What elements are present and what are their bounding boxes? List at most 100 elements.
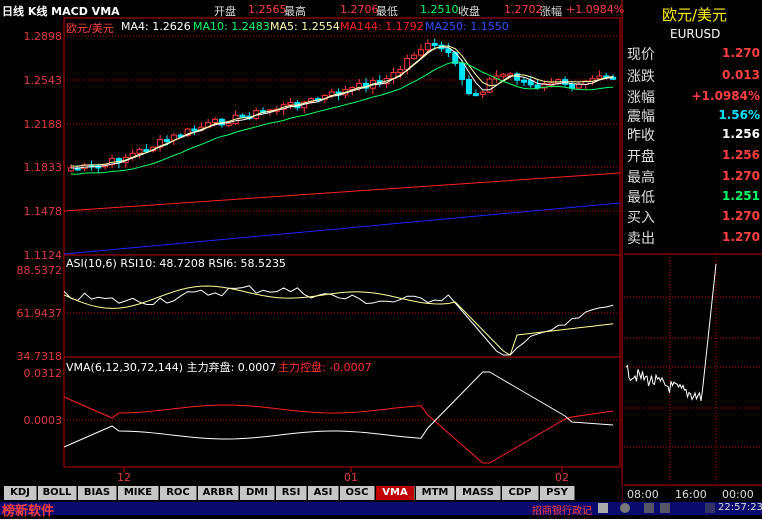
quote-value: 1.270 <box>722 230 760 244</box>
intraday-chart[interactable] <box>624 254 762 485</box>
intraday-tick: 00:00 <box>722 488 754 501</box>
ma144-legend: MA144: 1.1792 <box>340 20 424 33</box>
quote-label: 最高 <box>627 170 655 186</box>
intraday-tick: 16:00 <box>675 488 707 501</box>
ma144-line <box>64 172 620 212</box>
y-tick-label: 34.7318 <box>16 350 63 363</box>
printer-icon[interactable] <box>598 503 608 513</box>
tab-vma[interactable]: VMA <box>376 486 415 500</box>
quote-label: 涨幅 <box>627 90 655 106</box>
tab-mtm[interactable]: MTM <box>416 486 455 500</box>
quote-header: 欧元/美元 <box>624 0 762 24</box>
ma10-line <box>70 61 614 175</box>
connection-icon <box>660 503 670 513</box>
quote-label: 震幅 <box>627 109 655 125</box>
quote-value: 1.270 <box>722 169 760 183</box>
candle-body <box>424 42 431 51</box>
tab-dmi[interactable]: DMI <box>240 486 275 500</box>
status-bar: 榜新软件 招商银行政记 22:57:23 <box>0 502 762 519</box>
candle-body <box>397 68 404 73</box>
tab-osc[interactable]: OSC <box>340 486 375 500</box>
candle-body <box>225 123 232 127</box>
ma250-line <box>64 202 620 255</box>
candle-body <box>431 42 438 46</box>
asi-legend: ASI(10,6) RSI10: 48.7208 RSI6: 58.5235 <box>66 257 286 270</box>
ma10-legend: MA10: 1.2483 <box>193 20 270 33</box>
quote-value: 0.013 <box>722 68 760 82</box>
trading-window: 日线 K线 MACD VMA 开盘 1.2565 最高 1.2706 最低 1.… <box>0 0 762 519</box>
quote-label: 昨收 <box>627 128 655 144</box>
sound-icon[interactable] <box>620 503 630 513</box>
candle-body <box>472 93 479 97</box>
candle-body <box>411 54 418 59</box>
candle-body <box>459 62 466 80</box>
x-tick-label: 02 <box>555 471 569 484</box>
tab-mass[interactable]: MASS <box>456 486 501 500</box>
candle-body <box>575 83 582 89</box>
candle-body <box>143 149 150 153</box>
quote-label: 卖出 <box>627 231 655 247</box>
vma-white-line <box>64 371 614 448</box>
y-tick-label: 1.1124 <box>23 249 63 262</box>
indicator-tab-bar: KDJ BOLL BIAS MIKE ROC ARBR DMI RSI ASI … <box>0 485 622 501</box>
quote-label: 开盘 <box>627 149 655 165</box>
tab-psy[interactable]: PSY <box>540 486 575 500</box>
y-tick-label: 1.2543 <box>23 74 63 87</box>
candle-body <box>534 84 541 89</box>
ma4-legend: MA4: 1.2626 <box>121 20 191 33</box>
ma5-legend: MA5: 1.2554 <box>270 20 340 33</box>
tab-roc[interactable]: ROC <box>160 486 197 500</box>
y-tick-label: 88.5372 <box>16 264 63 277</box>
quote-value: 1.270 <box>722 46 760 60</box>
candle-body <box>212 118 219 123</box>
quote-label: 买入 <box>627 210 655 226</box>
quote-value: 1.251 <box>722 189 760 203</box>
quote-value: 1.56% <box>718 108 760 122</box>
candle-body <box>287 102 294 106</box>
rsi6-line <box>64 285 614 356</box>
candle-body <box>191 128 198 132</box>
vma-legend: VMA(6,12,30,72,144) 主力弃盘: 0.0007 <box>66 361 277 374</box>
symbol-legend: 欧元/美元 <box>66 22 114 35</box>
candle-body <box>568 83 575 89</box>
ma250-legend: MA250: 1.1550 <box>425 20 509 33</box>
x-tick-label: 01 <box>344 471 358 484</box>
quote-code: EURUSD <box>670 27 721 41</box>
intraday-tick: 08:00 <box>627 488 659 501</box>
candle-body <box>479 91 486 95</box>
quote-label: 涨跌 <box>627 69 655 85</box>
network-icon <box>644 503 654 513</box>
candle-body <box>163 139 170 143</box>
candle-body <box>500 73 507 77</box>
clock-time: 22:57:23 <box>718 502 762 513</box>
tab-rsi[interactable]: RSI <box>276 486 307 500</box>
candlestick-chart[interactable] <box>64 18 620 255</box>
tab-asi[interactable]: ASI <box>308 486 339 500</box>
quote-label: 最低 <box>627 190 655 206</box>
y-tick-label: 1.1833 <box>23 161 63 174</box>
tab-boll[interactable]: BOLL <box>38 486 77 500</box>
quote-value: 1.270 <box>722 209 760 223</box>
tab-bias[interactable]: BIAS <box>78 486 117 500</box>
y-tick-label: 0.0003 <box>23 414 63 427</box>
tab-kdj[interactable]: KDJ <box>4 486 37 500</box>
tab-arbr[interactable]: ARBR <box>198 486 239 500</box>
tab-cdp[interactable]: CDP <box>502 486 539 500</box>
candle-body <box>596 75 603 80</box>
vma-legend-2: 主力控盘: -0.0007 <box>278 361 372 374</box>
candle-body <box>520 79 527 83</box>
quote-code-box: EURUSD <box>624 25 762 43</box>
clock-icon <box>705 503 715 513</box>
y-tick-label: 1.2188 <box>23 118 63 131</box>
y-tick-label: 1.2898 <box>23 30 63 43</box>
quote-value: +1.0984% <box>691 89 760 103</box>
quote-label: 现价 <box>627 47 655 63</box>
asi-chart[interactable] <box>64 255 620 357</box>
tab-mike[interactable]: MIKE <box>118 486 159 500</box>
y-tick-label: 61.9437 <box>16 307 63 320</box>
candle-body <box>417 49 424 56</box>
quote-value: 1.256 <box>722 148 760 162</box>
y-tick-label: 1.1478 <box>23 205 63 218</box>
candle-body <box>465 78 472 95</box>
y-tick-label: 0.0312 <box>23 367 63 380</box>
